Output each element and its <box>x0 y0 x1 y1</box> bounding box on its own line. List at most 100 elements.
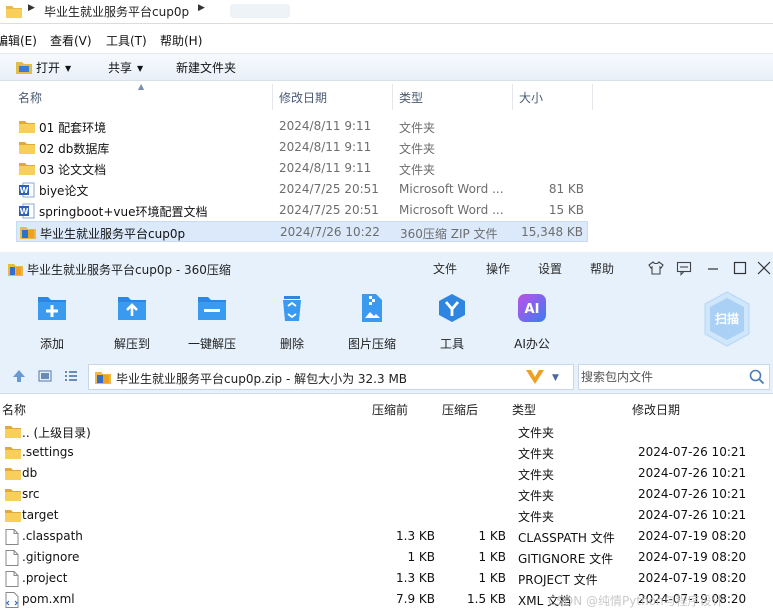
watermark: CSDN @纯情Python与程序设计 <box>548 594 724 608</box>
file-modified: 2024/7/26 10:22 <box>280 225 380 239</box>
file-name: 03 论文文档 <box>39 163 107 177</box>
feedback-icon[interactable] <box>676 260 692 276</box>
zip-column-type[interactable]: 类型 <box>512 401 536 418</box>
folder-icon <box>5 426 21 438</box>
entry-type: 文件夹 <box>518 510 555 524</box>
word-icon: W <box>19 182 35 198</box>
maximize-icon[interactable] <box>733 260 747 276</box>
zip-file-row[interactable]: .. (上级目录) 文件夹 <box>0 421 773 442</box>
zip-file-row[interactable]: .project 1.3 KB 1 KB PROJECT 文件 2024-07-19 0… <box>0 568 773 589</box>
breadcrumb-arrow-icon[interactable]: ▶ <box>198 3 205 13</box>
sort-arrow-icon: ▲ <box>138 82 145 91</box>
recycle-bin-icon <box>283 296 301 321</box>
entry-size-before: 1 KB <box>407 550 435 564</box>
breadcrumb[interactable]: 毕业生就业服务平台cup0p <box>44 3 189 20</box>
image-compress-button[interactable]: 图片压缩 <box>337 292 407 352</box>
column-size[interactable]: 大小 <box>519 89 543 106</box>
breadcrumb-arrow-icon[interactable]: ▶ <box>28 3 35 13</box>
explorer-file-row[interactable]: 毕业生就业服务平台cup0p 2024/7/26 10:22 360压缩 ZIP 文… <box>16 221 588 242</box>
search-icon[interactable] <box>749 369 765 385</box>
column-divider[interactable] <box>512 84 513 110</box>
menu-help[interactable]: 帮助(H) <box>160 32 202 49</box>
column-divider[interactable] <box>272 84 273 110</box>
explorer-file-row[interactable]: Wspringboot+vue环境配置文档 2024/7/25 20:51 Micr… <box>16 200 588 221</box>
zip-menu-settings[interactable]: 设置 <box>538 260 562 277</box>
delete-button[interactable]: 删除 <box>257 292 327 352</box>
zip-file-row[interactable]: db 文件夹 2024-07-26 10:21 <box>0 463 773 484</box>
archive-path-field[interactable]: 毕业生就业服务平台cup0p.zip - 解包大小为 32.3 MB ▼ <box>88 364 574 390</box>
tools-button[interactable]: 工具 <box>417 292 487 352</box>
one-click-extract-button[interactable]: 一键解压 <box>177 292 247 352</box>
zip-column-name[interactable]: 名称 <box>2 401 26 418</box>
up-arrow-icon[interactable] <box>12 369 26 383</box>
explorer-toolbar: 打开 ▼ 共享 ▼ 新建文件夹 <box>0 53 773 81</box>
thumbnail-view-icon[interactable] <box>38 369 52 383</box>
zip-menu-file[interactable]: 文件 <box>433 260 457 277</box>
folder-icon <box>5 489 21 501</box>
entry-type: 文件夹 <box>518 489 555 503</box>
entry-name: .settings <box>22 445 74 459</box>
image-compress-label: 图片压缩 <box>347 337 396 351</box>
zip-menu-actions[interactable]: 操作 <box>486 260 510 277</box>
extract-to-icon <box>118 297 146 320</box>
image-compress-icon <box>362 294 382 322</box>
open-button[interactable]: 打开 ▼ <box>16 59 71 76</box>
zip-file-row[interactable]: target 文件夹 2024-07-26 10:21 <box>0 505 773 526</box>
column-divider[interactable] <box>592 84 593 110</box>
add-icon <box>38 297 66 320</box>
search-input[interactable] <box>581 367 741 387</box>
menu-view[interactable]: 查看(V) <box>50 32 92 49</box>
svg-text:W: W <box>20 207 29 216</box>
share-button[interactable]: 共享 ▼ <box>108 59 143 76</box>
one-click-extract-icon <box>198 297 226 320</box>
close-icon[interactable] <box>757 260 771 276</box>
zip-file-icon <box>95 372 111 384</box>
extract-to-button[interactable]: 解压到 <box>97 292 167 352</box>
minimize-icon[interactable] <box>706 260 720 276</box>
zip-file-row[interactable]: .classpath 1.3 KB 1 KB CLASSPATH 文件 2024-07-… <box>0 526 773 547</box>
zip-column-modified[interactable]: 修改日期 <box>632 401 680 418</box>
explorer-file-row[interactable]: 01 配套环境 2024/8/11 9:11 文件夹 <box>16 116 588 137</box>
ai-office-button[interactable]: AI AI办公 <box>497 292 567 352</box>
list-view-icon[interactable] <box>64 369 78 383</box>
svg-text:W: W <box>20 186 29 195</box>
add-button[interactable]: 添加 <box>17 292 87 352</box>
menu-edit[interactable]: 编辑(E) <box>0 32 37 49</box>
file-modified: 2024/8/11 9:11 <box>279 140 372 154</box>
explorer-file-row[interactable]: 03 论文文档 2024/8/11 9:11 文件夹 <box>16 158 588 179</box>
entry-name: target <box>22 508 59 522</box>
new-folder-button[interactable]: 新建文件夹 <box>176 59 236 76</box>
explorer-file-row[interactable]: 02 db数据库 2024/8/11 9:11 文件夹 <box>16 137 588 158</box>
zip-file-row[interactable]: .gitignore 1 KB 1 KB GITIGNORE 文件 2024-07-19… <box>0 547 773 568</box>
zip-file-row[interactable]: src 文件夹 2024-07-26 10:21 <box>0 484 773 505</box>
explorer-file-row[interactable]: Wbiye论文 2024/7/25 20:51 Microsoft Word ...… <box>16 179 588 200</box>
explorer-column-header: ▲ 名称 修改日期 类型 大小 <box>0 82 600 110</box>
zip-menu-help[interactable]: 帮助 <box>590 260 614 277</box>
file-type: 360压缩 ZIP 文件 <box>400 227 498 241</box>
entry-size-before: 1.3 KB <box>396 529 435 543</box>
blurred-region <box>230 4 290 18</box>
entry-type: PROJECT 文件 <box>518 573 598 587</box>
extract-to-label: 解压到 <box>113 337 150 351</box>
file-name: 02 db数据库 <box>39 142 110 156</box>
chevron-down-icon[interactable]: ▼ <box>552 373 559 383</box>
zip-app-icon <box>8 264 23 276</box>
zip-column-before[interactable]: 压缩前 <box>372 401 408 418</box>
column-modified[interactable]: 修改日期 <box>279 89 327 106</box>
column-name[interactable]: 名称 <box>18 89 42 106</box>
zip-file-row[interactable]: .settings 文件夹 2024-07-26 10:21 <box>0 442 773 463</box>
scan-button[interactable]: 扫描 <box>702 290 752 348</box>
column-type[interactable]: 类型 <box>399 89 423 106</box>
column-divider[interactable] <box>392 84 393 110</box>
zip-column-after[interactable]: 压缩后 <box>442 401 478 418</box>
address-bar[interactable]: ▶ 毕业生就业服务平台cup0p ▶ <box>0 0 773 24</box>
menu-tools[interactable]: 工具(T) <box>106 32 147 49</box>
file-modified: 2024/8/11 9:11 <box>279 119 372 133</box>
file-name: 01 配套环境 <box>39 121 107 135</box>
v-logo-icon[interactable] <box>525 368 545 386</box>
zip-toolbar: 添加 解压到 一键解压 删除 图片压缩 工具 AI AI办公 扫描 <box>0 286 773 358</box>
scan-label: 扫描 <box>715 311 739 326</box>
skin-shirt-icon[interactable] <box>648 260 664 276</box>
file-type: 文件夹 <box>399 163 436 177</box>
zip-icon <box>20 227 36 239</box>
